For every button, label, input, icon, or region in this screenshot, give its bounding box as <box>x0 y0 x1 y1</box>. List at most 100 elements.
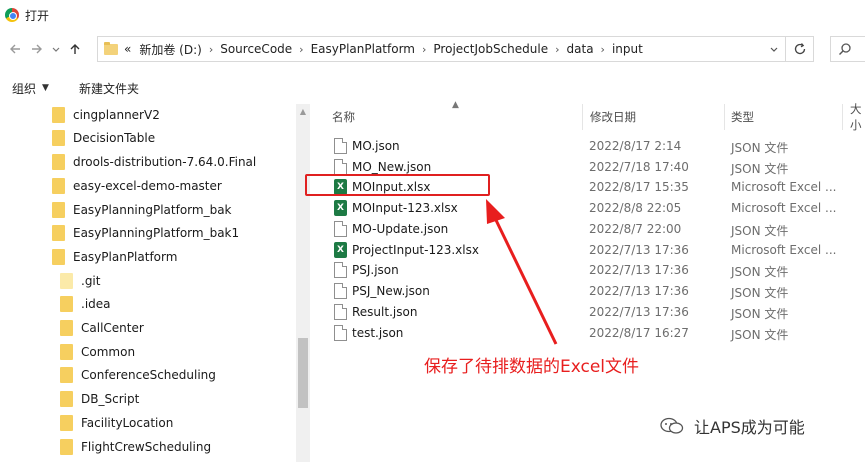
folder-icon <box>60 296 73 312</box>
back-button[interactable] <box>4 38 26 60</box>
search-input[interactable] <box>830 36 865 62</box>
file-date: 2022/7/13 17:36 <box>589 263 689 277</box>
file-row[interactable]: PSJ.json 2022/7/13 17:36 JSON 文件 <box>310 260 865 280</box>
folder-icon <box>52 225 65 241</box>
file-date: 2022/8/7 22:00 <box>589 222 682 236</box>
breadcrumb-input[interactable]: input <box>612 42 643 56</box>
scrollbar-thumb[interactable] <box>298 338 308 408</box>
file-date: 2022/8/17 16:27 <box>589 326 689 340</box>
file-row[interactable]: test.json 2022/8/17 16:27 JSON 文件 <box>310 323 865 343</box>
breadcrumb-data[interactable]: data <box>567 42 594 56</box>
file-name: MO.json <box>352 139 400 153</box>
tree-item-label: cingplannerV2 <box>73 108 160 122</box>
breadcrumb-drive[interactable]: 新加卷 (D:) <box>139 41 201 58</box>
file-row[interactable]: MO.json 2022/8/17 2:14 JSON 文件 <box>310 136 865 156</box>
tree-item[interactable]: drools-distribution-7.64.0.Final <box>52 151 256 173</box>
file-type: Microsoft Excel ... <box>731 180 837 194</box>
file-date: 2022/8/17 2:14 <box>589 139 682 153</box>
breadcrumb-sourcecode[interactable]: SourceCode <box>220 42 292 56</box>
scroll-up-icon[interactable]: ▲ <box>296 104 310 118</box>
tree-item-label: easy-excel-demo-master <box>73 179 222 193</box>
tree-item[interactable]: FacilityLocation <box>60 412 173 434</box>
tree-item[interactable]: EasyPlanningPlatform_bak1 <box>52 222 239 244</box>
breadcrumb-overflow[interactable]: « <box>124 42 131 56</box>
file-name: PSJ.json <box>352 263 399 277</box>
forward-arrow-icon <box>32 44 42 54</box>
breadcrumb-projectjobschedule[interactable]: ProjectJobSchedule <box>433 42 548 56</box>
file-row[interactable]: X ProjectInput-123.xlsx 2022/7/13 17:36 … <box>310 240 865 260</box>
column-header-size[interactable]: 大小 <box>850 102 865 132</box>
json-file-icon <box>334 304 347 320</box>
tree-item[interactable]: FlightCrewScheduling <box>60 436 211 458</box>
folder-icon <box>60 320 73 336</box>
tree-item[interactable]: ConferenceScheduling <box>60 364 216 386</box>
breadcrumb-separator[interactable]: › <box>555 43 559 56</box>
file-date: 2022/7/13 17:36 <box>589 305 689 319</box>
breadcrumb-separator[interactable]: › <box>299 43 303 56</box>
column-header-name[interactable]: 名称 <box>332 104 355 130</box>
folder-icon <box>60 367 73 383</box>
json-file-icon <box>334 262 347 278</box>
breadcrumb-easyplanplatform[interactable]: EasyPlanPlatform <box>311 42 415 56</box>
tree-item[interactable]: .git <box>60 270 100 292</box>
chevron-down-icon <box>770 47 778 52</box>
tree-item-label: EasyPlanningPlatform_bak1 <box>73 226 240 240</box>
tree-item[interactable]: EasyPlanningPlatform_bak <box>52 199 232 221</box>
file-row[interactable]: PSJ_New.json 2022/7/13 17:36 JSON 文件 <box>310 281 865 301</box>
up-button[interactable] <box>64 38 86 60</box>
forward-button[interactable] <box>26 38 48 60</box>
command-bar: 组织 ▼ 新建文件夹 <box>0 76 865 100</box>
breadcrumb-separator[interactable]: › <box>209 43 213 56</box>
column-header-type[interactable]: 类型 <box>731 104 754 130</box>
json-file-icon <box>334 283 347 299</box>
tree-item[interactable]: DecisionTable <box>52 127 155 149</box>
folder-icon <box>104 41 118 55</box>
file-row[interactable]: MO-Update.json 2022/8/7 22:00 JSON 文件 <box>310 219 865 239</box>
file-row[interactable]: Result.json 2022/7/13 17:36 JSON 文件 <box>310 302 865 322</box>
new-folder-button[interactable]: 新建文件夹 <box>79 80 139 97</box>
column-header-modified[interactable]: 修改日期 <box>590 104 636 130</box>
file-type: Microsoft Excel ... <box>731 243 837 257</box>
tree-item-label: FlightCrewScheduling <box>81 440 212 454</box>
file-row[interactable]: X MOInput-123.xlsx 2022/8/8 22:05 Micros… <box>310 198 865 218</box>
file-name: test.json <box>352 326 404 340</box>
file-type: JSON 文件 <box>731 307 789 321</box>
refresh-button[interactable] <box>786 36 814 62</box>
nav-scrollbar[interactable]: ▲ <box>296 104 310 462</box>
tree-item-label: ConferenceScheduling <box>81 368 216 382</box>
folder-icon <box>60 344 73 360</box>
tree-item[interactable]: DB_Script <box>60 388 139 410</box>
folder-icon <box>60 391 73 407</box>
tree-item[interactable]: CallCenter <box>60 317 144 339</box>
tree-item[interactable]: .idea <box>60 293 111 315</box>
folder-icon <box>60 415 73 431</box>
column-divider[interactable] <box>724 104 725 130</box>
tree-item-label: CallCenter <box>81 321 144 335</box>
tree-item-label: drools-distribution-7.64.0.Final <box>73 155 257 169</box>
tree-item[interactable]: Common <box>60 341 135 363</box>
column-divider[interactable] <box>582 104 583 130</box>
address-bar[interactable]: « 新加卷 (D:) › SourceCode › EasyPlanPlatfo… <box>97 36 786 62</box>
file-type: JSON 文件 <box>731 141 789 155</box>
file-name: PSJ_New.json <box>352 284 430 298</box>
address-dropdown-button[interactable] <box>763 37 785 61</box>
window-title: 打开 <box>25 8 50 23</box>
file-type: JSON 文件 <box>731 224 789 238</box>
file-date: 2022/7/18 17:40 <box>589 160 689 174</box>
tree-item[interactable]: easy-excel-demo-master <box>52 175 222 197</box>
back-arrow-icon <box>10 44 20 54</box>
column-divider[interactable] <box>842 104 843 130</box>
breadcrumb-separator[interactable]: › <box>422 43 426 56</box>
column-modified-label: 修改日期 <box>590 110 636 124</box>
recent-locations-button[interactable] <box>48 38 64 60</box>
file-type: JSON 文件 <box>731 328 789 342</box>
folder-icon <box>52 178 65 194</box>
column-size-label: 大小 <box>850 102 862 132</box>
breadcrumb-separator[interactable]: › <box>601 43 605 56</box>
organize-button[interactable]: 组织 ▼ <box>12 80 49 97</box>
folder-icon <box>60 273 73 289</box>
file-name: MO-Update.json <box>352 222 449 236</box>
title-bar: 打开 <box>0 0 865 30</box>
tree-item[interactable]: EasyPlanPlatform <box>52 246 177 268</box>
tree-item[interactable]: cingplannerV2 <box>52 104 160 126</box>
